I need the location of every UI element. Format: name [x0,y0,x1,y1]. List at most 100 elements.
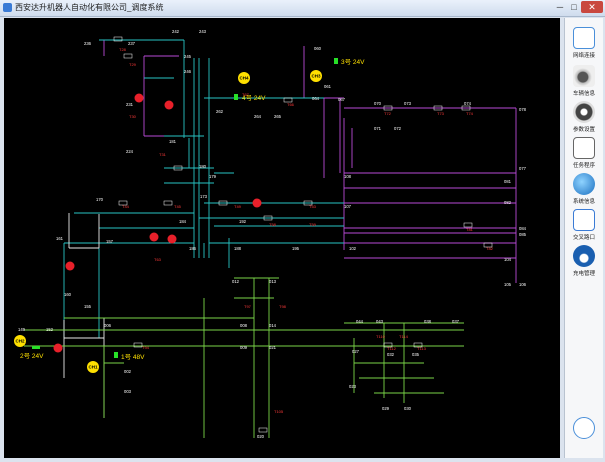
svg-text:265: 265 [274,114,282,119]
svg-text:081: 081 [504,179,512,184]
sidebar-item-network[interactable]: 网络连接 [567,26,601,62]
sidebar-item-label: 网络连接 [572,53,595,59]
svg-text:108: 108 [344,174,352,179]
sidebar-item-label: 车辆信息 [572,91,595,97]
right-sidebar: 网络连接 车辆信息 参数设置 任务程序 系统信息 交叉路口 充电管理 [564,18,603,458]
svg-text:T49: T49 [234,204,242,209]
segment-markers [113,36,493,433]
sidebar-item-intersection[interactable]: 交叉路口 [567,208,601,244]
svg-text:038: 038 [424,319,432,324]
vehicle-2-label: 2号 24V [20,352,44,360]
svg-text:T28: T28 [119,47,127,52]
vehicle-marker[interactable] [252,198,262,208]
svg-text:170: 170 [96,197,104,202]
svg-text:T112: T112 [387,346,397,351]
svg-text:T82: T82 [486,246,494,251]
globe-icon [573,173,595,195]
svg-text:037: 037 [452,319,460,324]
sidebar-item-parameters[interactable]: 参数设置 [567,100,601,136]
svg-text:192: 192 [239,219,247,224]
svg-text:264: 264 [254,114,262,119]
svg-text:T45: T45 [174,204,182,209]
svg-text:184: 184 [179,219,187,224]
svg-text:002: 002 [124,369,132,374]
sidebar-item-vehicle-info[interactable]: 车辆信息 [567,64,601,100]
svg-text:006: 006 [104,323,112,328]
svg-text:T58: T58 [269,222,277,227]
svg-text:T113: T113 [417,346,427,351]
svg-text:T105: T105 [274,409,284,414]
title-bar: 西安达升机器人自动化有限公司_调度系统 ─ □ ✕ [0,0,605,17]
svg-text:072: 072 [394,126,402,131]
maximize-button[interactable]: □ [567,1,581,13]
svg-text:T72: T72 [384,111,392,116]
vehicle-marker[interactable] [134,93,144,103]
sidebar-item-task-program[interactable]: 任务程序 [567,136,601,172]
svg-text:T110: T110 [376,334,386,339]
track-lines [24,39,517,438]
svg-text:179: 179 [209,174,217,179]
charger-ch1-label: CH1 [89,365,98,370]
track-id-labels: T28 T29 T30 T31 T44 T45 T49 T53 T58 T59 T72 T7… [119,47,494,414]
svg-text:073: 073 [404,101,412,106]
svg-text:195: 195 [292,246,300,251]
svg-text:T74: T74 [466,111,474,116]
svg-text:021: 021 [269,345,277,350]
svg-text:242: 242 [172,29,180,34]
svg-text:067: 067 [338,97,346,102]
charge-icon [573,245,595,267]
svg-text:105: 105 [504,282,512,287]
vehicle-3-label: 3号 24V [341,58,365,66]
svg-text:T53: T53 [309,204,317,209]
vehicle-marker[interactable] [149,232,159,242]
node-labels: 236 237 242 243 245 246 231 224 180 181 170 17… [18,29,527,439]
svg-text:061: 061 [324,84,332,89]
svg-text:009: 009 [240,345,248,350]
vehicle-marker[interactable] [164,100,174,110]
svg-text:014: 014 [269,323,277,328]
svg-text:023: 023 [349,384,357,389]
svg-text:243: 243 [199,29,207,34]
lightbulb-icon [573,417,595,439]
svg-text:149: 149 [18,327,26,332]
svg-text:107: 107 [344,204,352,209]
svg-text:188: 188 [234,246,242,251]
svg-text:231: 231 [126,102,134,107]
close-button[interactable]: ✕ [581,1,603,13]
svg-text:082: 082 [504,200,512,205]
svg-text:180: 180 [199,164,207,169]
sidebar-item-label: 交叉路口 [572,235,595,241]
svg-text:246: 246 [184,69,192,74]
track-map-canvas[interactable]: 236 237 242 243 245 246 231 224 180 181 170 17… [4,18,560,458]
window-title: 西安达升机器人自动化有限公司_调度系统 [15,3,164,12]
robot-icon [573,65,595,87]
vehicle-marker[interactable] [65,261,75,271]
svg-text:060: 060 [314,46,322,51]
svg-text:T30: T30 [129,114,137,119]
svg-text:104: 104 [504,257,512,262]
sidebar-item-help[interactable] [567,416,601,452]
svg-text:074: 074 [464,101,472,106]
svg-text:155: 155 [84,304,92,309]
charger-ch4-label: CH4 [240,76,249,81]
minimize-button[interactable]: ─ [553,1,567,13]
svg-text:013: 013 [269,279,277,284]
sidebar-item-charge-management[interactable]: 充电管理 [567,244,601,280]
svg-text:T29: T29 [129,62,137,67]
svg-text:102: 102 [349,246,357,251]
sidebar-item-label: 系统信息 [572,199,595,205]
intersection-icon [573,209,595,231]
sidebar-item-system-info[interactable]: 系统信息 [567,172,601,208]
svg-text:071: 071 [374,126,382,131]
svg-text:078: 078 [519,107,527,112]
svg-text:T63: T63 [154,257,162,262]
vehicles [53,93,262,353]
svg-text:181: 181 [169,139,177,144]
vehicle-marker[interactable] [167,234,177,244]
svg-text:T59: T59 [309,222,317,227]
svg-text:152: 152 [46,327,54,332]
svg-text:003: 003 [124,389,132,394]
vehicle-marker[interactable] [53,343,63,353]
svg-text:157: 157 [106,239,114,244]
sidebar-item-label: 参数设置 [572,127,595,133]
